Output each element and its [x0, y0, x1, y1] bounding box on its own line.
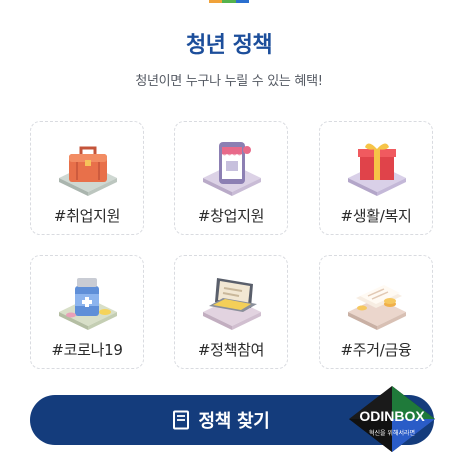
- odinbox-logo: ODINBOX 혁신을 위해서라면: [349, 386, 435, 452]
- category-label: #코로나19: [51, 341, 123, 359]
- find-policy-label: 정책 찾기: [198, 411, 270, 432]
- category-label: #주거/금융: [340, 341, 412, 359]
- svg-text:ODINBOX: ODINBOX: [359, 408, 425, 424]
- category-label: #취업지원: [53, 207, 121, 225]
- category-label: #창업지원: [197, 207, 265, 225]
- category-card-employment[interactable]: #취업지원: [30, 121, 144, 235]
- documents-coins-icon: [348, 285, 406, 330]
- document-icon: [173, 410, 190, 430]
- category-card-housing-finance[interactable]: #주거/금융: [319, 255, 433, 369]
- top-accent-bar: [209, 0, 249, 3]
- category-card-policy-participation[interactable]: #정책참여: [174, 255, 288, 369]
- laptop-icon: [203, 278, 261, 330]
- category-label: #정책참여: [197, 341, 265, 359]
- page-title: 청년 정책: [185, 33, 273, 58]
- category-label: #생활/복지: [340, 207, 412, 225]
- storefront-phone-icon: [203, 142, 261, 196]
- briefcase-icon: [59, 146, 117, 196]
- category-card-covid19[interactable]: #코로나19: [30, 255, 144, 369]
- category-card-welfare[interactable]: #생활/복지: [319, 121, 433, 235]
- gift-box-icon: [348, 143, 406, 196]
- page-subtitle: 청년이면 누구나 누릴 수 있는 혜택!: [135, 74, 323, 89]
- category-card-startup[interactable]: #창업지원: [174, 121, 288, 235]
- svg-text:혁신을 위해서라면: 혁신을 위해서라면: [369, 429, 415, 437]
- medicine-icon: [59, 278, 117, 330]
